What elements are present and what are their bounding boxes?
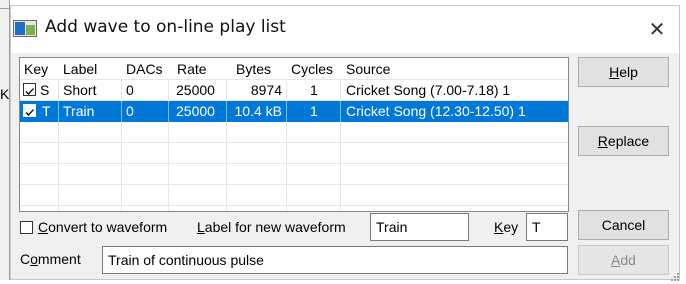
column-header-bytes[interactable]: Bytes bbox=[236, 59, 271, 80]
grid-line bbox=[121, 101, 122, 122]
row-rate: 25000 bbox=[176, 82, 215, 98]
list-row-train[interactable]: T Train 0 25000 10.4 kB 1 Cricket Song (… bbox=[20, 101, 568, 122]
column-header-rate[interactable]: Rate bbox=[177, 59, 207, 80]
wave-list[interactable]: Key Label DACs Rate Bytes Cycles Source … bbox=[19, 57, 569, 212]
convert-to-waveform-checkbox[interactable] bbox=[20, 221, 33, 234]
row-key: S bbox=[40, 82, 50, 98]
help-button[interactable]: Help bbox=[578, 57, 669, 87]
row-label: Short bbox=[63, 82, 97, 98]
key-input[interactable]: T bbox=[526, 213, 568, 241]
checkmark-icon bbox=[25, 109, 34, 116]
list-row-short[interactable]: S Short 0 25000 8974 1 Cricket Song (7.0… bbox=[20, 80, 568, 101]
row-enable-checkbox[interactable] bbox=[23, 83, 36, 96]
add-button[interactable]: Add bbox=[578, 245, 669, 275]
row-dacs: 0 bbox=[126, 103, 134, 119]
grid-line bbox=[20, 184, 568, 185]
close-icon: ✕ bbox=[648, 17, 666, 41]
column-header-source[interactable]: Source bbox=[346, 59, 390, 80]
app-window-icon bbox=[13, 20, 37, 37]
convert-to-waveform-label[interactable]: Convert to waveform bbox=[38, 219, 167, 235]
replace-button[interactable]: Replace bbox=[578, 126, 669, 156]
column-header-key[interactable]: Key bbox=[24, 59, 48, 80]
window-title: Add wave to on-line play list bbox=[45, 17, 286, 37]
column-header-dacs[interactable]: DACs bbox=[126, 59, 163, 80]
row-source: Cricket Song (12.30-12.50) 1 bbox=[346, 103, 526, 119]
row-bytes: 8974 bbox=[250, 82, 282, 98]
grid-line bbox=[168, 101, 169, 122]
grid-line bbox=[20, 205, 568, 206]
row-enable-checkbox[interactable] bbox=[23, 104, 36, 117]
grid-line bbox=[20, 142, 568, 143]
background-partial-text: Key bbox=[0, 86, 9, 102]
grid-line bbox=[286, 101, 287, 122]
comment-label: Comment bbox=[20, 251, 81, 267]
row-source: Cricket Song (7.00-7.18) 1 bbox=[346, 82, 511, 98]
row-dacs: 0 bbox=[126, 82, 134, 98]
grid-line bbox=[340, 101, 341, 122]
row-key: T bbox=[42, 103, 51, 119]
key-label: Key bbox=[494, 219, 519, 235]
row-bytes: 10.4 kB bbox=[234, 103, 282, 119]
comment-input[interactable]: Train of continuous pulse bbox=[102, 246, 568, 274]
row-rate: 25000 bbox=[176, 103, 215, 119]
background-window-strip bbox=[0, 0, 9, 280]
cancel-button[interactable]: Cancel bbox=[578, 210, 669, 240]
row-cycles: 1 bbox=[310, 103, 318, 119]
resize-grip-icon[interactable] bbox=[669, 268, 679, 281]
grid-line bbox=[20, 163, 568, 164]
grid-line bbox=[58, 101, 59, 122]
label-for-new-waveform-label: Label for new waveform bbox=[197, 219, 346, 235]
column-header-cycles[interactable]: Cycles bbox=[291, 59, 333, 80]
column-header-label[interactable]: Label bbox=[63, 59, 97, 80]
close-button[interactable]: ✕ bbox=[640, 14, 674, 44]
row-cycles: 1 bbox=[310, 82, 318, 98]
new-waveform-label-input[interactable]: Train bbox=[370, 213, 469, 241]
checkmark-icon bbox=[25, 88, 34, 95]
row-label: Train bbox=[63, 103, 95, 119]
list-header: Key Label DACs Rate Bytes Cycles Source bbox=[20, 59, 568, 80]
